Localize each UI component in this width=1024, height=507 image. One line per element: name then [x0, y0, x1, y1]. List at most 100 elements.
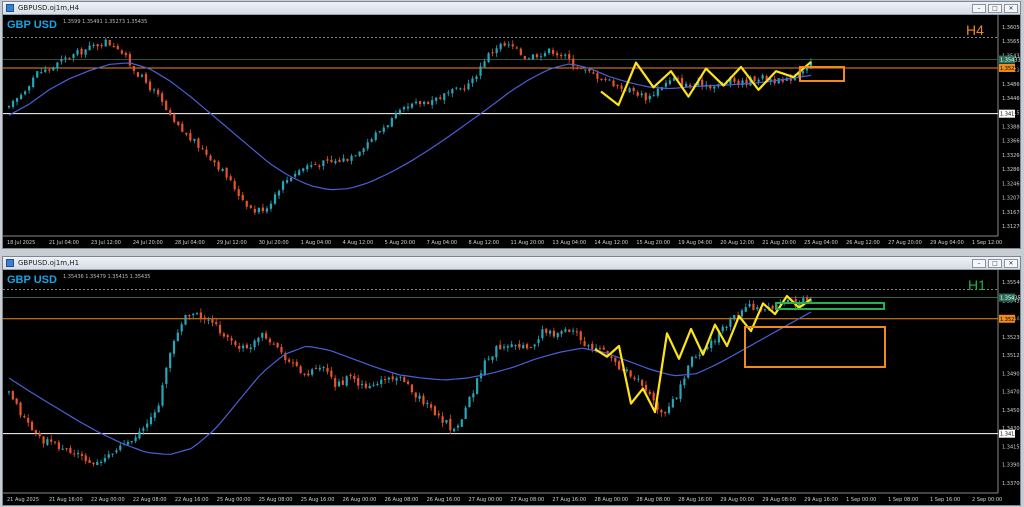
candle-body [295, 361, 298, 366]
minimize-button[interactable]: – [972, 259, 986, 268]
candle-body [531, 54, 535, 60]
h4-chart-window[interactable]: GBPUSD.oj1m,H4 – □ ✕ 1.3599 1.35491 1.35… [2, 1, 1021, 249]
time-axis-label: 25 Aug 08:00 [259, 497, 293, 503]
candle-body [269, 203, 273, 209]
time-axis-label: 29 Aug 16:00 [804, 497, 838, 503]
candle-body [564, 329, 567, 332]
candle-body [545, 328, 548, 333]
candle-body [468, 396, 471, 408]
candle-body [763, 309, 767, 311]
candle-body [633, 377, 636, 380]
candle-body [303, 373, 306, 375]
candle-body [276, 342, 279, 348]
time-axis-label: 21 Aug 2025 [7, 497, 39, 503]
candle-body [96, 44, 99, 47]
candle-body [61, 448, 64, 450]
candle-body [418, 101, 422, 105]
candle-body [337, 381, 341, 387]
time-axis-label: 1 Sep 16:00 [930, 497, 960, 503]
candle-body [383, 379, 387, 381]
candle-body [199, 312, 202, 319]
candle-body [487, 358, 490, 360]
candle-body [238, 345, 241, 349]
candle-body [181, 123, 184, 132]
time-axis-label: 29 Jul 12:00 [217, 240, 247, 246]
h4-chart-canvas[interactable]: 1.3599 1.35491 1.35273 1.35435 1.36050 1.3… [3, 15, 1020, 248]
candle-body [88, 460, 91, 464]
close-button[interactable]: ✕ [1004, 4, 1018, 13]
candle-body [277, 190, 281, 196]
candle-body [435, 97, 438, 101]
time-axis-label: 26 Aug 12:00 [846, 240, 880, 246]
candle-body [112, 45, 115, 48]
candle-body [107, 454, 110, 458]
candle-body [725, 326, 728, 328]
candle-body [652, 392, 655, 401]
time-axis-label: 22 Aug 08:00 [133, 497, 167, 503]
candle-body [353, 375, 356, 380]
candle-body [326, 367, 329, 372]
time-axis-label: 28 Aug 08:00 [636, 497, 670, 503]
candle-body [34, 430, 37, 434]
candle-body [406, 106, 410, 109]
candle-body [667, 406, 671, 414]
candle-body [548, 330, 552, 334]
candle-body [338, 159, 341, 162]
h1-title-bar[interactable]: GBPUSD.oj1m,H1 – □ ✕ [3, 257, 1020, 270]
candle-body [640, 93, 643, 96]
candle-body [616, 84, 619, 86]
candle-body [65, 448, 68, 450]
candle-body [632, 87, 635, 92]
candle-body [471, 78, 474, 84]
candle-body [568, 54, 571, 59]
price-axis-label: 1.33260 [1002, 153, 1020, 159]
maximize-button[interactable]: □ [988, 259, 1002, 268]
candle-body [265, 333, 268, 339]
candle-body [217, 161, 220, 170]
candle-body [740, 310, 744, 317]
candle-body [290, 177, 293, 181]
maximize-button[interactable]: □ [988, 4, 1002, 13]
candle-body [533, 344, 536, 347]
candle-body [215, 322, 218, 324]
moving-average-line [8, 311, 812, 455]
candle-body [467, 83, 470, 90]
candle-body [177, 121, 180, 126]
candle-body [245, 344, 249, 348]
ohlc-readout: 1.3599 1.35491 1.35273 1.35435 [63, 19, 147, 25]
candle-body [221, 169, 224, 171]
minimize-button[interactable]: – [972, 4, 986, 13]
candle-body [53, 441, 57, 443]
candle-body [410, 384, 414, 393]
candle-body [46, 439, 49, 445]
candle-body [310, 165, 313, 167]
candle-body [306, 165, 309, 170]
candle-body [543, 53, 547, 57]
candle-body [249, 347, 252, 349]
candle-body [596, 72, 599, 79]
candle-body [737, 80, 740, 84]
h1-chart-window[interactable]: GBPUSD.oj1m,H1 – □ ✕ 1.35436 1.35479 1.3… [2, 256, 1021, 506]
candle-body [100, 45, 103, 47]
candle-body [185, 132, 188, 135]
candle-body [226, 335, 229, 338]
time-axis-label: 28 Jul 04:00 [175, 240, 205, 246]
candle-body [571, 330, 575, 332]
candle-body [222, 333, 225, 337]
candle-body [656, 88, 659, 96]
h4-title-bar[interactable]: GBPUSD.oj1m,H4 – □ ✕ [3, 2, 1020, 15]
time-axis-label: 28 Aug 16:00 [678, 497, 712, 503]
close-button[interactable]: ✕ [1004, 259, 1018, 268]
time-axis-label: 19 Aug 04:00 [678, 240, 712, 246]
candle-body [128, 54, 132, 66]
candle-body [318, 367, 321, 370]
candle-body [610, 356, 613, 358]
candle-body [193, 139, 196, 141]
candle-body [378, 130, 381, 132]
candle-body [390, 118, 393, 127]
h1-chart-canvas[interactable]: 1.35436 1.35479 1.35415 1.35435 1.35540 1.… [3, 270, 1020, 505]
price-tag-label: 1.35236 [1000, 317, 1020, 323]
candle-body [261, 207, 264, 212]
moving-average-line [8, 62, 812, 191]
candle-body [358, 151, 361, 156]
